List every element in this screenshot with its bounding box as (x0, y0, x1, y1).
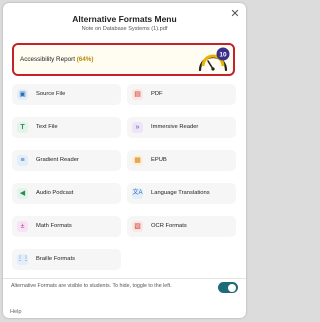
format-text-file[interactable]: T Text File (12, 117, 121, 138)
math-icon: ± (17, 221, 28, 232)
format-math-formats[interactable]: ± Math Formats (12, 216, 121, 237)
visibility-note: Alternative Formats are visible to stude… (11, 283, 172, 289)
format-label: Audio Podcast (36, 190, 74, 196)
format-label: Source File (36, 91, 66, 97)
format-gradient-reader[interactable]: ≡ Gradient Reader (12, 150, 121, 171)
format-label: EPUB (151, 157, 167, 163)
format-language-translations[interactable]: 文A Language Translations (127, 183, 236, 204)
accessibility-report-label: Accessibility Report (64%) (20, 56, 94, 63)
toggle-knob (228, 283, 236, 292)
format-label: PDF (151, 91, 163, 97)
gauge-icon: 10 (198, 47, 230, 72)
pdf-icon: ▤ (132, 89, 143, 100)
visibility-toggle[interactable] (218, 282, 238, 293)
format-epub[interactable]: ▦ EPUB (127, 150, 236, 171)
gradient-reader-icon: ≡ (17, 155, 28, 166)
alternative-formats-dialog: ✕ Alternative Formats Menu Note on Datab… (3, 3, 246, 318)
braille-icon: ⋮⋮ (17, 254, 29, 265)
dialog-title: Alternative Formats Menu (72, 14, 177, 24)
format-immersive-reader[interactable]: » Immersive Reader (127, 117, 236, 138)
text-icon: T (17, 122, 28, 133)
speaker-icon: ◀ (17, 188, 28, 199)
format-source-file[interactable]: ▣ Source File (12, 84, 121, 105)
format-audio-podcast[interactable]: ◀ Audio Podcast (12, 183, 121, 204)
format-label: Immersive Reader (151, 124, 199, 130)
report-score: 10 (219, 51, 227, 58)
dialog-subtitle: Note on Database Systems (1).pdf (81, 26, 168, 32)
footer-divider (3, 278, 246, 279)
accessibility-report-button[interactable]: Accessibility Report (64%) 10 (12, 43, 235, 76)
translate-icon: 文A (132, 188, 143, 199)
format-label: Gradient Reader (36, 157, 79, 163)
format-label: Language Translations (151, 190, 210, 196)
file-icon: ▣ (17, 89, 28, 100)
report-percent: (64%) (76, 56, 94, 63)
format-ocr-formats[interactable]: ▧ OCR Formats (127, 216, 236, 237)
format-label: Braille Formats (36, 256, 75, 262)
format-braille-formats[interactable]: ⋮⋮ Braille Formats (12, 249, 121, 270)
report-label-text: Accessibility Report (20, 56, 75, 63)
immersive-reader-icon: » (132, 122, 143, 133)
ocr-icon: ▧ (132, 221, 143, 232)
epub-icon: ▦ (132, 155, 143, 166)
format-label: Text File (36, 124, 58, 130)
help-link[interactable]: Help (10, 309, 22, 315)
format-label: Math Formats (36, 223, 72, 229)
format-pdf[interactable]: ▤ PDF (127, 84, 236, 105)
format-label: OCR Formats (151, 223, 187, 229)
